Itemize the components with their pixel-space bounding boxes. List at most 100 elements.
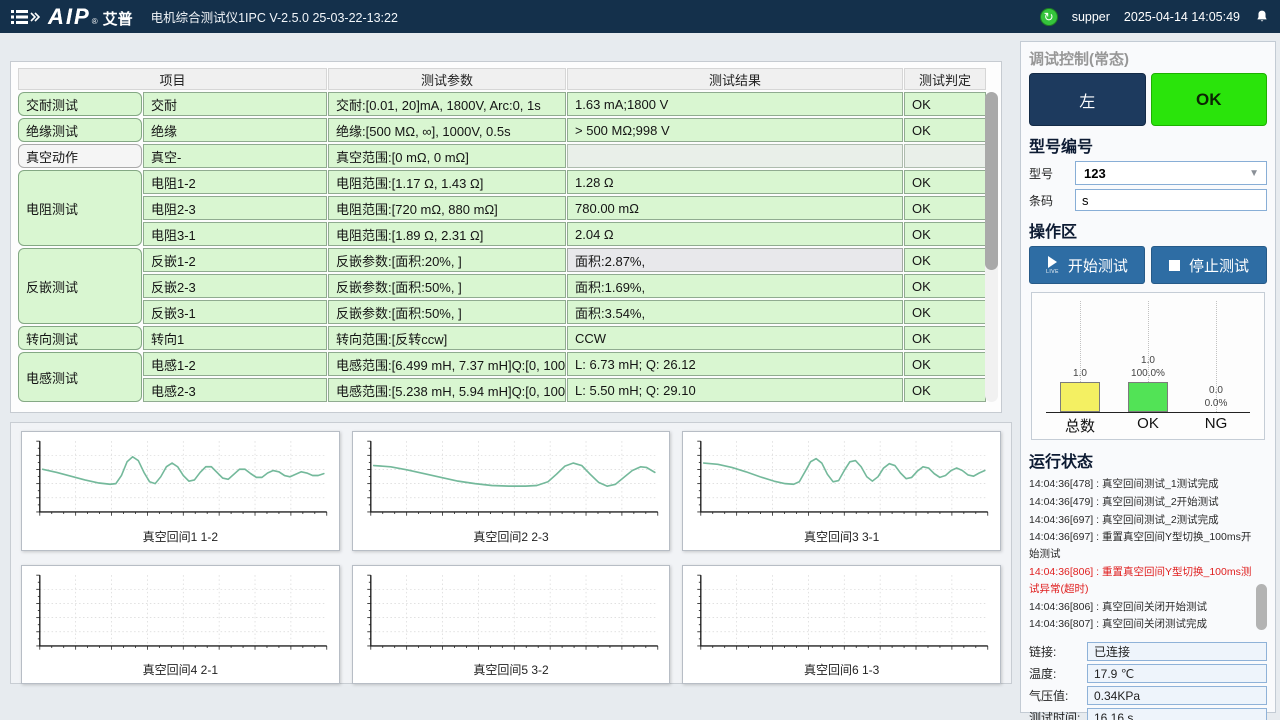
group-cell: 交耐测试	[18, 92, 142, 116]
table-row[interactable]: 转向测试 转向1 转向范围:[反转ccw] CCW OK	[18, 326, 986, 350]
params-cell: 电感范围:[6.499 mH, 7.37 mH]Q:[0, 100]	[328, 352, 566, 376]
left-button[interactable]: 左	[1029, 73, 1146, 126]
judge-cell: OK	[904, 274, 986, 298]
params-cell: 电感范围:[5.238 mH, 5.94 mH]Q:[0, 100]	[328, 378, 566, 402]
table-row[interactable]: 反嵌测试 反嵌1-2 反嵌参数:[面积:20%, ] 面积:2.87%, OK	[18, 248, 986, 272]
name-cell: 电阻2-3	[143, 196, 327, 220]
group-cell: 绝缘测试	[18, 118, 142, 142]
judge-cell: OK	[904, 196, 986, 220]
params-cell: 转向范围:[反转ccw]	[328, 326, 566, 350]
name-cell: 反嵌1-2	[143, 248, 327, 272]
stop-test-button[interactable]: 停止测试	[1151, 246, 1267, 284]
result-cell	[567, 144, 903, 168]
chart-title: 真空回间3 3-1	[689, 527, 994, 548]
test-results-panel: 项目 测试参数 测试结果 测试判定 交耐测试 交耐 交耐:[0.01, 20]m…	[10, 61, 1002, 413]
params-cell: 真空范围:[0 mΩ, 0 mΩ]	[328, 144, 566, 168]
model-select-value: 123	[1084, 166, 1106, 181]
menu-icon[interactable]	[10, 7, 40, 27]
name-cell: 反嵌3-1	[143, 300, 327, 324]
table-row[interactable]: 真空动作 真空- 真空范围:[0 mΩ, 0 mΩ]	[18, 144, 986, 168]
stat-ok-bar	[1128, 382, 1167, 412]
group-cell: 电阻测试	[18, 170, 142, 246]
header-params: 测试参数	[328, 68, 566, 90]
run-status-log[interactable]: 14:04:36[478] : 真空回间测试_1测试完成 14:04:36[47…	[1029, 476, 1267, 636]
log-entry: 14:04:36[478] : 真空回间测试_1测试完成	[1029, 476, 1253, 493]
name-cell: 电感2-3	[143, 378, 327, 402]
table-scrollbar-thumb[interactable]	[985, 92, 998, 270]
stat-ok-values: 1.0 100.0%	[1131, 355, 1165, 380]
header-judge: 测试判定	[904, 68, 986, 90]
log-scrollbar-thumb[interactable]	[1256, 584, 1267, 630]
start-test-button[interactable]: LIVE 开始测试	[1029, 246, 1145, 284]
chevron-down-icon: ▼	[1249, 168, 1259, 179]
bell-icon[interactable]	[1254, 9, 1270, 25]
table-row[interactable]: 电阻2-3 电阻范围:[720 mΩ, 880 mΩ] 780.00 mΩ OK	[18, 196, 986, 220]
chart-card: 真空回间3 3-1	[682, 431, 1001, 551]
result-cell: L: 6.73 mH; Q: 26.12	[567, 352, 903, 376]
table-row[interactable]: 电感测试 电感1-2 电感范围:[6.499 mH, 7.37 mH]Q:[0,…	[18, 352, 986, 376]
header-result: 测试结果	[567, 68, 903, 90]
table-row[interactable]: 电阻3-1 电阻范围:[1.89 Ω, 2.31 Ω] 2.04 Ω OK	[18, 222, 986, 246]
vacuum-chart-3-plot	[689, 437, 994, 527]
result-cell: 1.28 Ω	[567, 170, 903, 194]
vacuum-chart-1-plot	[28, 437, 333, 527]
ok-button[interactable]: OK	[1151, 73, 1268, 126]
logo-chinese-name: 艾普	[103, 8, 133, 29]
chart-title: 真空回间6 1-3	[689, 660, 994, 681]
result-cell: 1.63 mA;1800 V	[567, 92, 903, 116]
log-entry: 14:04:36[697] : 真空回间测试_2测试完成	[1029, 512, 1253, 529]
name-cell: 反嵌2-3	[143, 274, 327, 298]
link-value[interactable]: 已连接	[1087, 642, 1267, 661]
result-cell: 2.04 Ω	[567, 222, 903, 246]
pressure-value[interactable]: 0.34KPa	[1087, 686, 1267, 705]
judge-cell: OK	[904, 170, 986, 194]
chart-title: 真空回间2 2-3	[359, 527, 664, 548]
judge-cell: OK	[904, 352, 986, 376]
table-scrollbar[interactable]	[985, 92, 998, 402]
model-section-title: 型号编号	[1029, 133, 1267, 157]
params-cell: 电阻范围:[720 mΩ, 880 mΩ]	[328, 196, 566, 220]
waveform-charts-panel: 真空回间1 1-2 真空回间2 2-3 真空回间3 3-1 真空回间4 2-1 …	[10, 422, 1012, 684]
stat-cat-ok: OK	[1114, 415, 1182, 436]
stat-col-ng: 0.0 0.0%	[1182, 301, 1250, 412]
temperature-value[interactable]: 17.9 ℃	[1087, 664, 1267, 683]
temperature-label: 温度:	[1029, 665, 1087, 682]
params-cell: 交耐:[0.01, 20]mA, 1800V, Arc:0, 1s	[328, 92, 566, 116]
judge-cell: OK	[904, 300, 986, 324]
judge-cell	[904, 144, 986, 168]
test-results-table: 项目 测试参数 测试结果 测试判定 交耐测试 交耐 交耐:[0.01, 20]m…	[17, 66, 987, 404]
stat-total-bar	[1060, 382, 1099, 412]
test-time-value[interactable]: 16.16 s	[1087, 708, 1267, 720]
judge-cell: OK	[904, 378, 986, 402]
result-cell: 780.00 mΩ	[567, 196, 903, 220]
datetime: 2025-04-14 14:05:49	[1124, 10, 1240, 24]
params-cell: 反嵌参数:[面积:50%, ]	[328, 274, 566, 298]
result-cell: L: 5.50 mH; Q: 29.10	[567, 378, 903, 402]
group-cell: 电感测试	[18, 352, 142, 402]
judge-cell: OK	[904, 92, 986, 116]
table-row[interactable]: 电阻测试 电阻1-2 电阻范围:[1.17 Ω, 1.43 Ω] 1.28 Ω …	[18, 170, 986, 194]
actions-section-title: 操作区	[1029, 218, 1267, 242]
group-cell: 真空动作	[18, 144, 142, 168]
barcode-input[interactable]	[1075, 189, 1267, 211]
table-row[interactable]: 反嵌2-3 反嵌参数:[面积:50%, ] 面积:1.69%, OK	[18, 274, 986, 298]
chart-card: 真空回间4 2-1	[21, 565, 340, 685]
table-row[interactable]: 绝缘测试 绝缘 绝缘:[500 MΩ, ∞], 1000V, 0.5s > 50…	[18, 118, 986, 142]
judge-cell: OK	[904, 222, 986, 246]
table-row[interactable]: 反嵌3-1 反嵌参数:[面积:50%, ] 面积:3.54%, OK	[18, 300, 986, 324]
params-cell: 电阻范围:[1.89 Ω, 2.31 Ω]	[328, 222, 566, 246]
play-icon: LIVE	[1046, 256, 1059, 275]
judge-cell: OK	[904, 326, 986, 350]
table-row[interactable]: 交耐测试 交耐 交耐:[0.01, 20]mA, 1800V, Arc:0, 1…	[18, 92, 986, 116]
stat-ng-values: 0.0 0.0%	[1205, 385, 1228, 410]
model-select[interactable]: 123 ▼	[1075, 161, 1267, 185]
stat-col-total: 1.0	[1046, 301, 1114, 412]
result-cell: > 500 MΩ;998 V	[567, 118, 903, 142]
vacuum-chart-5-plot	[359, 571, 664, 661]
table-row[interactable]: 电感2-3 电感范围:[5.238 mH, 5.94 mH]Q:[0, 100]…	[18, 378, 986, 402]
stop-test-label: 停止测试	[1189, 255, 1249, 276]
log-entry: 14:04:36[807] : 真空回间关闭测试完成	[1029, 616, 1253, 633]
control-sidebar: 调试控制(常态) 左 OK 型号编号 型号 123 ▼ 条码 操作区 LIVE	[1020, 41, 1276, 713]
vacuum-chart-4-plot	[28, 571, 333, 661]
judge-cell: OK	[904, 118, 986, 142]
